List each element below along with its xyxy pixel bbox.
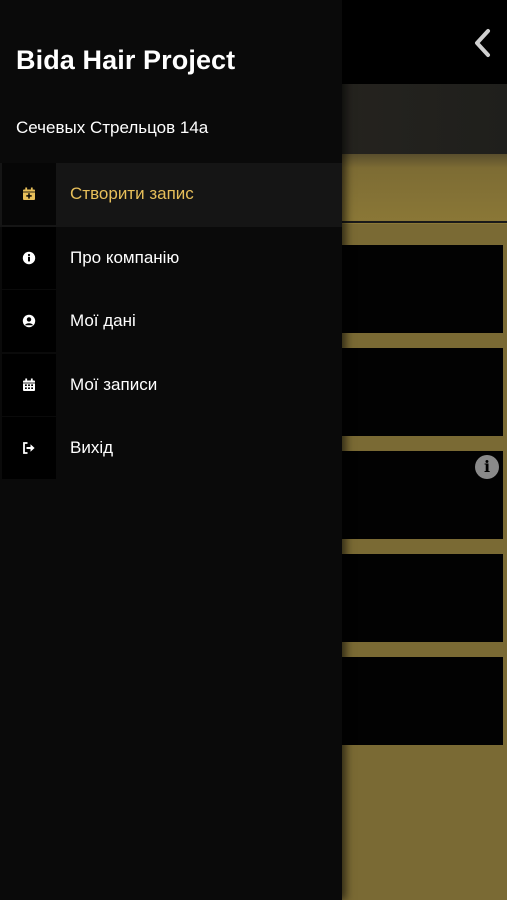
navigation-drawer: Bida Hair Project Сечевых Стрельцов 14а …	[0, 0, 342, 900]
menu-item-label: Мої записи	[70, 374, 158, 394]
info-circle-icon[interactable]: i	[475, 455, 499, 479]
calendar-plus-icon	[2, 163, 56, 225]
menu-item-my-data[interactable]: Мої дані	[0, 290, 342, 354]
chevron-left-icon[interactable]	[471, 28, 493, 58]
menu-item-about-company[interactable]: Про компанію	[0, 226, 342, 291]
menu-item-create-booking[interactable]: Створити запис	[0, 163, 342, 227]
menu-item-label: Вихід	[70, 438, 114, 457]
calendar-icon	[2, 353, 56, 416]
menu-item-label: Про компанію	[70, 247, 180, 267]
sign-out-icon	[2, 417, 56, 479]
menu-item-label: Мої дані	[70, 311, 136, 330]
menu-item-logout[interactable]: Вихід	[0, 417, 342, 481]
drawer-menu: Створити запис Про компанію Мої дані Мої…	[0, 163, 342, 481]
salon-address: Сечевых Стрельцов 14а	[16, 118, 209, 137]
info-circle-icon	[2, 226, 56, 289]
menu-item-my-bookings[interactable]: Мої записи	[0, 353, 342, 418]
drawer-title: Bida Hair Project	[16, 45, 236, 75]
user-circle-icon	[2, 290, 56, 352]
menu-item-label: Створити запис	[70, 184, 194, 203]
